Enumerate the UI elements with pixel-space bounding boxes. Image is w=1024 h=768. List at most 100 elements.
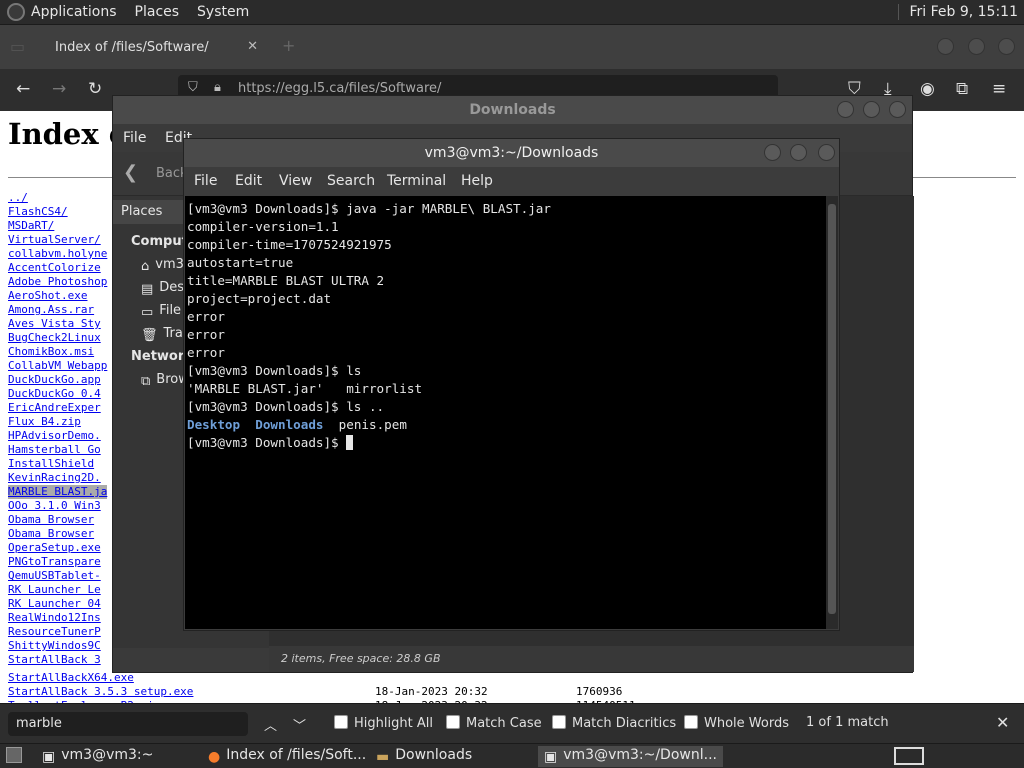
- file-link[interactable]: HPAdvisorDemo.: [8, 429, 107, 443]
- back-arrow-icon[interactable]: ❮: [123, 162, 138, 183]
- file-link[interactable]: ShittyWindos9C: [8, 639, 107, 653]
- file-link[interactable]: ChomikBox.msi: [8, 345, 107, 359]
- match-diacritics-checkbox[interactable]: Match Diacritics: [552, 715, 676, 731]
- sidebar-item-home[interactable]: ⌂ vm3: [141, 257, 184, 274]
- file-link[interactable]: Obama Browser: [8, 527, 107, 541]
- file-link[interactable]: collabvm.holyne: [8, 247, 107, 261]
- scrollbar-thumb[interactable]: [828, 204, 836, 614]
- highlight-all-checkbox[interactable]: Highlight All: [334, 715, 433, 731]
- taskbar-item-downloads[interactable]: ▬ Downloads: [370, 746, 478, 767]
- show-desktop-icon[interactable]: [6, 747, 22, 763]
- distro-logo-icon[interactable]: [7, 3, 25, 21]
- file-link[interactable]: RK Launcher 04: [8, 597, 107, 611]
- terminal-close-icon[interactable]: [818, 144, 835, 161]
- close-tab-icon[interactable]: ✕: [247, 39, 258, 54]
- shield-icon[interactable]: ⛉: [188, 80, 198, 95]
- fm-maximize-icon[interactable]: [863, 101, 880, 118]
- menu-places[interactable]: Places: [135, 4, 180, 20]
- checkbox-icon: [446, 715, 460, 729]
- file-link[interactable]: DuckDuckGo 0.4: [8, 387, 107, 401]
- file-link[interactable]: Among.Ass.rar: [8, 303, 107, 317]
- terminal-line: error: [187, 327, 225, 342]
- file-link[interactable]: PNGtoTranspare: [8, 555, 107, 569]
- clock[interactable]: Fri Feb 9, 15:11: [898, 4, 1018, 20]
- menu-applications[interactable]: Applications: [31, 4, 117, 20]
- terminal-menu-file[interactable]: File: [194, 173, 217, 189]
- top-panel: Applications Places System Fri Feb 9, 15…: [0, 0, 1024, 25]
- file-link[interactable]: AeroShot.exe: [8, 289, 107, 303]
- file-link[interactable]: Adobe Photoshop: [8, 275, 107, 289]
- match-case-checkbox[interactable]: Match Case: [446, 715, 542, 731]
- file-link[interactable]: DuckDuckGo.app: [8, 373, 107, 387]
- lock-icon[interactable]: 🔒︎: [214, 80, 221, 95]
- file-link[interactable]: StartAllBack 3: [8, 653, 107, 667]
- find-bar: marble ︿ ﹀ Highlight All Match Case Matc…: [0, 703, 1024, 743]
- file-link[interactable]: OOo 3.1.0 Win3: [8, 499, 107, 513]
- file-link[interactable]: RealWindo12Ins: [8, 611, 107, 625]
- terminal-line: title=MARBLE BLAST ULTRA 2: [187, 273, 385, 288]
- file-link[interactable]: Hamsterball Go: [8, 443, 107, 457]
- terminal-icon: ▣: [42, 749, 56, 765]
- highlight-all-label: Highlight All: [354, 716, 433, 731]
- terminal-maximize-icon[interactable]: [790, 144, 807, 161]
- terminal-menu-terminal[interactable]: Terminal: [387, 173, 446, 189]
- file-link[interactable]: AccentColorize: [8, 261, 107, 275]
- whole-words-checkbox[interactable]: Whole Words: [684, 715, 789, 731]
- forward-icon[interactable]: →: [52, 79, 66, 99]
- file-link[interactable]: OperaSetup.exe: [8, 541, 107, 555]
- hamburger-menu-icon[interactable]: ≡: [992, 79, 1006, 99]
- reload-icon[interactable]: ↻: [88, 79, 102, 99]
- terminal-line: compiler-time=1707524921975: [187, 237, 392, 252]
- file-link[interactable]: Aves Vista Sty: [8, 317, 107, 331]
- terminal-line: [vm3@vm3 Downloads]$ java -jar MARBLE\ B…: [187, 201, 551, 216]
- back-icon[interactable]: ←: [16, 79, 30, 99]
- taskbar-item-terminal-2[interactable]: ▣ vm3@vm3:~/Downl...: [538, 746, 723, 767]
- fm-menu-file[interactable]: File: [123, 130, 146, 146]
- file-link[interactable]: MSDaRT/: [8, 219, 107, 233]
- terminal-output[interactable]: [vm3@vm3 Downloads]$ java -jar MARBLE\ B…: [185, 196, 827, 629]
- terminal-menu-search[interactable]: Search: [327, 173, 375, 189]
- file-link[interactable]: FlashCS4/: [8, 205, 107, 219]
- close-find-icon[interactable]: ✕: [996, 713, 1009, 732]
- menu-system[interactable]: System: [197, 4, 249, 20]
- tab-overview-icon[interactable]: ▭: [10, 37, 25, 56]
- terminal-menu-help[interactable]: Help: [461, 173, 493, 189]
- desktop-folder-icon: ▤: [141, 282, 154, 297]
- find-next-icon[interactable]: ﹀: [293, 715, 306, 734]
- fm-minimize-icon[interactable]: [837, 101, 854, 118]
- terminal-minimize-icon[interactable]: [764, 144, 781, 161]
- file-link[interactable]: ../: [8, 191, 107, 205]
- tab-index[interactable]: Index of /files/Software/ ✕: [40, 33, 266, 63]
- file-link[interactable]: QemuUSBTablet-: [8, 569, 107, 583]
- file-link[interactable]: EricAndreExper: [8, 401, 107, 415]
- taskbar-item-terminal-1[interactable]: ▣ vm3@vm3:~: [36, 746, 159, 767]
- account-icon[interactable]: ◉: [920, 79, 935, 99]
- find-previous-icon[interactable]: ︿: [264, 715, 277, 734]
- find-input[interactable]: marble: [8, 712, 248, 736]
- file-link[interactable]: InstallShield: [8, 457, 107, 471]
- terminal-scrollbar[interactable]: [826, 196, 838, 629]
- terminal-menu-view[interactable]: View: [279, 173, 312, 189]
- minimize-icon[interactable]: [937, 38, 954, 55]
- file-link[interactable]: ResourceTunerP: [8, 625, 107, 639]
- file-link[interactable]: Flux B4.zip: [8, 415, 107, 429]
- file-link[interactable]: BugCheck2Linux: [8, 331, 107, 345]
- extensions-icon[interactable]: ⧉: [956, 79, 968, 99]
- file-link[interactable]: StartAllBack 3.5.3 setup.exe: [8, 685, 193, 698]
- terminal-title-bar[interactable]: vm3@vm3:~/Downloads: [184, 139, 839, 167]
- file-link[interactable]: KevinRacing2D.: [8, 471, 107, 485]
- new-tab-icon[interactable]: +: [282, 36, 295, 55]
- terminal-line: error: [187, 309, 225, 324]
- maximize-icon[interactable]: [968, 38, 985, 55]
- terminal-menu-edit[interactable]: Edit: [235, 173, 262, 189]
- fm-title-bar[interactable]: Downloads: [113, 96, 912, 124]
- file-link[interactable]: CollabVM Webapp: [8, 359, 107, 373]
- file-link[interactable]: VirtualServer/: [8, 233, 107, 247]
- file-link[interactable]: MARBLE BLAST.ja: [8, 485, 108, 499]
- fm-close-icon[interactable]: [889, 101, 906, 118]
- file-link[interactable]: RK Launcher Le: [8, 583, 107, 597]
- close-window-icon[interactable]: [998, 38, 1015, 55]
- file-link[interactable]: Obama Browser: [8, 513, 107, 527]
- taskbar-item-firefox[interactable]: ● Index of /files/Soft...: [202, 746, 372, 767]
- workspace-switcher[interactable]: [894, 747, 924, 765]
